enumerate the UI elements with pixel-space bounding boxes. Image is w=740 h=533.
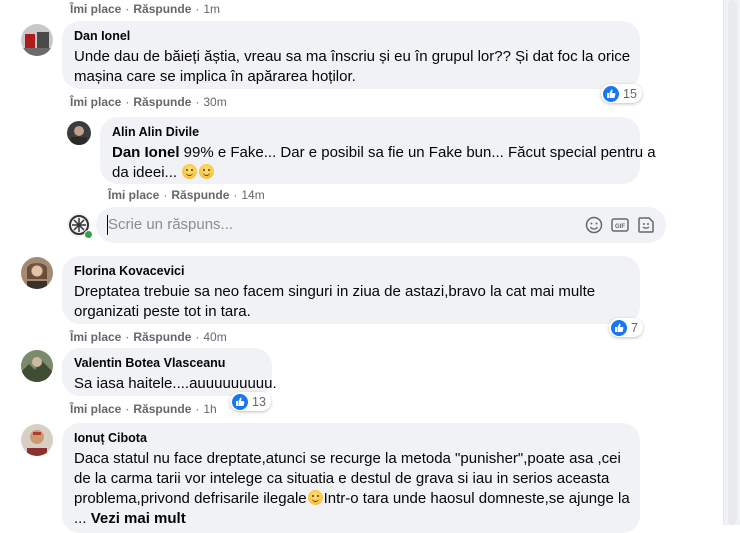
reaction-count[interactable]: 15 [601,84,642,103]
reply-input-placeholder: Scrie un răspuns... [108,216,234,233]
comment-timestamp[interactable]: 30m [203,95,226,109]
comment-text: organizati peste tot in tara. [74,303,251,320]
comment-text-part: 99% e Fake... Dar e posibil sa fie un Fa… [179,144,656,161]
separator-dot: · [195,330,200,344]
comment-timestamp[interactable]: 40m [203,330,226,344]
avatar[interactable] [67,121,91,145]
emoji-picker-icon[interactable] [584,215,604,235]
separator-dot: · [195,2,200,16]
avatar[interactable] [21,350,53,382]
comment-bubble: Ionuț Cibota Daca statul nu face dreptat… [62,423,640,533]
comment-text: Daca statul nu face dreptate,atunci se r… [74,450,621,467]
reaction-count[interactable]: 7 [609,318,643,337]
separator-dot: · [195,402,200,416]
comment-text-part: da ideei... [112,164,178,181]
reply-input[interactable]: Scrie un răspuns... GIF [96,207,666,243]
comment-text: Dan Ionel 99% e Fake... Dar e posibil sa… [112,143,656,163]
separator-dot: · [195,95,200,109]
separator-dot: · [125,2,130,16]
comment-text-part: Intr-o tara unde haosul domneste,se ajun… [323,490,630,507]
avatar[interactable] [21,24,53,56]
gif-icon[interactable]: GIF [610,215,630,235]
like-icon [232,393,248,410]
comment-actions: Îmi place · Răspunde · 30m [70,95,227,109]
comment-author[interactable]: Alin Alin Divile [112,124,628,140]
laughing-emoji-icon [182,164,198,179]
comment-text: Sa iasa haitele....auuuuuuuuu. [74,375,277,392]
reply-link[interactable]: Răspunde [133,402,191,416]
like-link[interactable]: Îmi place [70,402,121,416]
comment-author[interactable]: Valentin Botea Vlasceanu [74,355,260,371]
scrollbar[interactable] [723,0,740,525]
comment-author[interactable]: Ionuț Cibota [74,430,628,446]
reply-link[interactable]: Răspunde [171,188,229,202]
smiling-emoji-icon [307,490,323,505]
reply-link[interactable]: Răspunde [133,2,191,16]
reaction-count-text: 13 [252,394,266,409]
comment-actions: Îmi place · Răspunde · 40m [70,330,227,344]
like-link[interactable]: Îmi place [70,95,121,109]
reply-link[interactable]: Răspunde [133,330,191,344]
comment-timestamp[interactable]: 1m [203,2,220,16]
comment-text: ... Vezi mai mult [74,509,628,529]
like-icon [611,319,627,336]
comment-actions: Îmi place · Răspunde · 1m [70,2,220,16]
comment-text: problema,privond defrisarile ilegale Intr… [74,489,630,509]
mention-link[interactable]: Dan Ionel [112,144,180,161]
comment-timestamp[interactable]: 1h [203,402,216,416]
comment-bubble: Dan Ionel Unde dau de băieți ăștia, vrea… [62,21,640,89]
comment-timestamp[interactable]: 14m [241,188,264,202]
reply-link[interactable]: Răspunde [133,95,191,109]
comment-bubble: Valentin Botea Vlasceanu Sa iasa haitele… [62,348,277,396]
separator-dot: · [163,188,168,202]
sticker-icon[interactable] [636,215,656,235]
avatar[interactable] [21,424,53,456]
comment-author[interactable]: Florina Kovacevici [74,263,628,279]
separator-dot: · [125,95,130,109]
separator-dot: · [233,188,238,202]
like-link[interactable]: Îmi place [70,330,121,344]
comment-text-part: problema,privond defrisarile ilegale [74,490,307,507]
see-more-link[interactable]: Vezi mai mult [91,510,186,527]
comment-actions: Îmi place · Răspunde · 1h [70,402,217,416]
comment-bubble: Florina Kovacevici Dreptatea trebuie sa … [62,256,640,324]
separator-dot: · [125,402,130,416]
comment-text: da ideei... [112,163,628,183]
like-link[interactable]: Îmi place [70,2,121,16]
reaction-count[interactable]: 13 [230,392,271,411]
like-link[interactable]: Îmi place [108,188,159,202]
reaction-count-text: 15 [623,86,637,101]
comment-author[interactable]: Dan Ionel [74,28,628,44]
comment-text: Dreptatea trebuie sa neo facem singuri i… [74,283,596,300]
like-icon [603,85,619,102]
avatar[interactable] [21,257,53,289]
separator-dot: · [125,330,130,344]
laughing-emoji-icon [199,164,215,179]
scrollbar-thumb[interactable] [728,0,737,525]
comment-text: mașina care se implica în apărarea hoțil… [74,68,356,85]
online-status-dot [84,230,93,239]
comment-text: Unde dau de băieți ăștia, vreau sa ma în… [74,48,631,65]
comment-bubble: Alin Alin Divile Dan Ionel 99% e Fake...… [100,117,656,184]
comment-text: de la carma tarii vor intelege ca situat… [74,470,610,487]
comment-text-part: ... [74,510,87,527]
reaction-count-text: 7 [631,320,638,335]
svg-text:GIF: GIF [615,224,625,230]
comment-actions: Îmi place · Răspunde · 14m [108,188,265,202]
